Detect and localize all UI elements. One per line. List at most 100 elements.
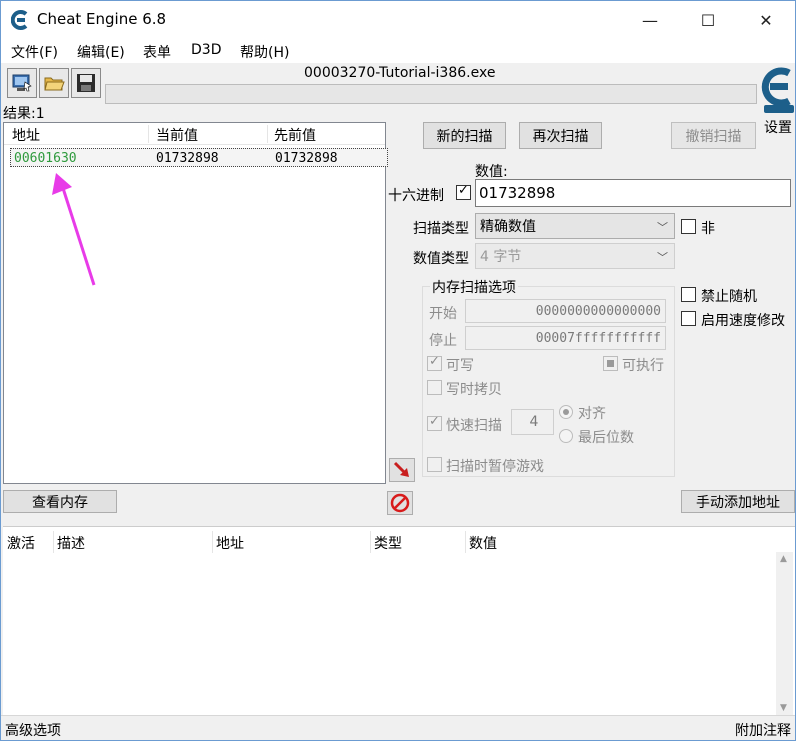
open-file-icon (44, 77, 65, 91)
column-divider[interactable] (148, 125, 149, 143)
clear-list-button[interactable] (387, 491, 413, 515)
value-type-label: 数值类型 (413, 251, 469, 267)
scroll-up-icon[interactable]: ▲ (780, 554, 787, 564)
align-radio[interactable] (559, 405, 573, 419)
title-bar: Cheat Engine 6.8 — ☐ ✕ (1, 1, 795, 39)
speedhack-checkbox[interactable] (681, 311, 696, 326)
save-button[interactable] (71, 68, 101, 98)
annotation-arrow-icon (52, 173, 96, 286)
stop-address-input[interactable]: 00007fffffffffff (465, 326, 666, 350)
executable-checkbox[interactable] (603, 356, 618, 371)
close-button[interactable]: ✕ (737, 1, 795, 39)
last-digits-label: 最后位数 (578, 430, 634, 446)
view-memory-button[interactable]: 查看内存 (3, 490, 117, 513)
scan-type-select[interactable]: 精确数值 ﹀ (475, 213, 675, 239)
chevron-down-icon: ﹀ (657, 221, 668, 234)
scroll-down-icon[interactable]: ▼ (780, 703, 787, 713)
window-title: Cheat Engine 6.8 (37, 10, 167, 28)
executable-label: 可执行 (622, 358, 664, 374)
addr-col-address[interactable]: 地址 (216, 533, 244, 553)
status-bar: 高级选项 附加注释 (1, 715, 795, 741)
menu-file[interactable]: 文件(F) (11, 42, 58, 62)
addr-col-type[interactable]: 类型 (374, 533, 402, 553)
scan-type-value: 精确数值 (480, 219, 536, 235)
scan-type-label: 扫描类型 (413, 221, 469, 237)
fast-scan-alignment-input[interactable]: 4 (511, 409, 554, 435)
column-divider[interactable] (53, 531, 54, 553)
disable-random-checkbox[interactable] (681, 287, 696, 302)
cheat-engine-app-icon (11, 10, 28, 30)
column-divider[interactable] (370, 531, 371, 553)
value-label: 数值: (475, 164, 508, 180)
column-divider[interactable] (267, 125, 268, 143)
results-count-label: 结果:1 (3, 106, 45, 122)
column-divider[interactable] (465, 531, 466, 553)
table-row[interactable]: 00601630 01732898 01732898 (10, 148, 388, 167)
maximize-icon: ☐ (700, 10, 716, 30)
minimize-icon: — (642, 10, 658, 30)
advanced-options-link[interactable]: 高级选项 (5, 720, 61, 740)
address-list-table[interactable]: 激活 描述 地址 类型 数值 ▲ ▼ (3, 526, 795, 715)
pause-game-checkbox[interactable] (427, 457, 442, 472)
memory-scan-options-title: 内存扫描选项 (430, 277, 518, 297)
maximize-button[interactable]: ☐ (679, 1, 737, 39)
red-arrow-icon (393, 461, 409, 477)
vertical-scrollbar[interactable]: ▲ ▼ (776, 552, 793, 715)
value-type-select[interactable]: 4 字节 ﹀ (475, 243, 675, 269)
not-checkbox[interactable] (681, 219, 696, 234)
speedhack-label: 启用速度修改 (701, 313, 785, 329)
minimize-button[interactable]: — (621, 1, 679, 39)
menu-d3d[interactable]: D3D (191, 42, 221, 58)
pause-game-label: 扫描时暂停游戏 (446, 459, 544, 475)
splitter-grip[interactable] (385, 520, 413, 531)
add-selected-to-list-button[interactable] (389, 458, 415, 482)
menu-bar: 文件(F) 编辑(E) 表单 D3D 帮助(H) (1, 39, 795, 63)
last-digits-radio[interactable] (559, 429, 573, 443)
copy-on-write-checkbox[interactable] (427, 380, 442, 395)
col-header-previous[interactable]: 先前值 (274, 125, 316, 145)
copy-on-write-label: 写时拷贝 (446, 382, 502, 398)
save-icon (77, 74, 95, 92)
scan-value-input[interactable]: 01732898 (475, 179, 791, 207)
menu-help[interactable]: 帮助(H) (240, 42, 289, 62)
open-process-button[interactable] (7, 68, 37, 98)
scan-progress-bar (105, 84, 757, 104)
fast-scan-checkbox[interactable]: ✓ (427, 414, 442, 431)
disable-random-label: 禁止随机 (701, 289, 757, 305)
hex-checkbox[interactable]: ✓ (456, 183, 471, 200)
col-header-current[interactable]: 当前值 (156, 125, 198, 145)
menu-table[interactable]: 表单 (143, 42, 171, 62)
start-label: 开始 (429, 306, 457, 322)
column-divider[interactable] (212, 531, 213, 553)
indeterminate-mark (607, 360, 614, 367)
add-address-manually-button[interactable]: 手动添加地址 (681, 490, 795, 513)
found-addresses-list[interactable]: 地址 当前值 先前值 00601630 01732898 01732898 (3, 122, 388, 484)
main-window: Cheat Engine 6.8 — ☐ ✕ 文件(F) 编辑(E) 表单 D3… (0, 0, 796, 741)
undo-scan-button[interactable]: 撤销扫描 (671, 122, 756, 149)
table-comments-link[interactable]: 附加注释 (735, 720, 791, 740)
hex-label: 十六进制 (388, 188, 444, 204)
open-file-button[interactable] (39, 68, 69, 98)
not-label: 非 (701, 221, 715, 237)
next-scan-button[interactable]: 再次扫描 (519, 122, 602, 149)
writable-checkbox[interactable]: ✓ (427, 354, 442, 371)
col-header-address[interactable]: 地址 (12, 125, 40, 145)
writable-label: 可写 (446, 358, 474, 374)
addr-col-active[interactable]: 激活 (7, 533, 35, 553)
chevron-down-icon: ﹀ (657, 251, 668, 264)
start-address-input[interactable]: 0000000000000000 (465, 299, 666, 323)
new-scan-button[interactable]: 新的扫描 (423, 122, 506, 149)
radio-dot (563, 409, 569, 415)
addr-col-value[interactable]: 数值 (469, 533, 497, 553)
checkmark-icon: ✓ (429, 414, 440, 429)
row-address: 00601630 (14, 151, 77, 166)
cheat-engine-logo-icon[interactable] (761, 65, 796, 117)
align-label: 对齐 (578, 406, 606, 422)
found-list-header: 地址 当前值 先前值 (4, 123, 385, 145)
addr-col-description[interactable]: 描述 (57, 533, 85, 553)
menu-edit[interactable]: 编辑(E) (77, 42, 125, 62)
open-process-icon (12, 74, 32, 92)
no-entry-icon (390, 493, 410, 513)
settings-label[interactable]: 设置 (764, 117, 792, 137)
close-icon: ✕ (759, 10, 773, 30)
